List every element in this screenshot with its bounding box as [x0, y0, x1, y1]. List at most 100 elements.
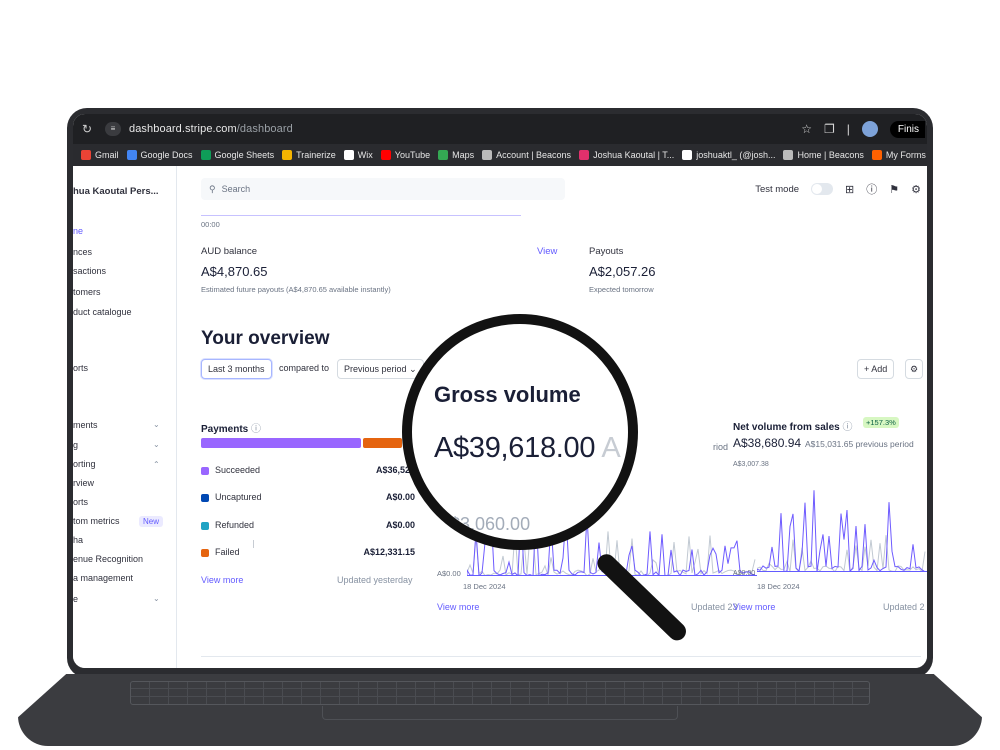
bookmark-favicon-icon	[380, 150, 391, 160]
net-date-label: 18 Dec 2024	[757, 582, 800, 591]
legend-name: Uncaptured	[215, 492, 262, 502]
extensions-icon[interactable]: ❐	[824, 122, 835, 136]
payments-row-uncaptured[interactable]: Uncaptured A$0.00	[201, 492, 415, 504]
aud-balance-note: Estimated future payouts (A$4,870.65 ava…	[201, 285, 391, 294]
overview-settings-button[interactable]: ⚙	[905, 359, 924, 379]
sidebar-item-overview[interactable]: rview	[73, 478, 94, 488]
help-icon[interactable]: ⓘ	[866, 181, 877, 197]
sidebar-item-reports-sub[interactable]: orts	[73, 497, 88, 507]
sidebar-item-custom-metrics[interactable]: tom metrics	[73, 516, 120, 526]
net-volume-title-text: Net volume from sales	[733, 422, 840, 433]
bookmark-item[interactable]: Maps	[438, 150, 474, 160]
sidebar-item-data-management[interactable]: a management	[73, 573, 133, 583]
bookmark-favicon-icon	[343, 150, 354, 160]
balance-graph-baseline	[201, 206, 521, 216]
bookmark-label: Home | Beacons	[797, 150, 864, 160]
chevron-down-icon[interactable]: ⌄	[153, 440, 160, 449]
sidebar-item-product-catalogue[interactable]: duct catalogue	[73, 307, 132, 317]
bookmark-item[interactable]: Home | Beacons	[783, 150, 864, 160]
sidebar-item-more[interactable]: e	[73, 594, 78, 604]
gross-view-more-link[interactable]: View more	[437, 602, 479, 612]
finish-update-button[interactable]: Finis	[889, 120, 925, 138]
chevron-down-icon[interactable]: ⌄	[153, 594, 160, 603]
separator-icon: |	[846, 122, 850, 136]
payouts-label: Payouts	[589, 246, 624, 257]
net-volume-value: A$38,680.94	[733, 436, 802, 450]
sidebar-item-billing[interactable]: g	[73, 440, 78, 450]
notifications-icon[interactable]: ⚑	[889, 183, 899, 196]
bookmark-item[interactable]: Account | Beacons	[482, 150, 571, 160]
payments-row-failed[interactable]: Failed A$12,331.15	[201, 547, 415, 559]
settings-gear-icon: ⚙	[910, 364, 919, 374]
legend-dot	[201, 549, 209, 557]
add-chart-button[interactable]: + Add	[857, 359, 895, 379]
bookmark-label: Joshua Kaoutal | T...	[593, 150, 675, 160]
compare-period-select[interactable]: Previous period ⌄	[337, 359, 424, 379]
sidebar-item-payments[interactable]: ments	[73, 420, 98, 430]
search-placeholder: Search	[221, 184, 251, 194]
bookmark-item[interactable]: Gmail	[81, 150, 119, 160]
account-name[interactable]: hua Kaoutal Pers...	[73, 186, 159, 197]
bookmark-label: Gmail	[95, 150, 119, 160]
url-field[interactable]: dashboard.stripe.com/dashboard	[129, 123, 293, 135]
bookmark-item[interactable]: joshuaktl_ (@josh...	[682, 150, 775, 160]
sidebar-item-sigma[interactable]: ha	[73, 535, 83, 545]
payments-view-more-link[interactable]: View more	[201, 575, 243, 585]
sidebar-item-reports[interactable]: orts	[73, 363, 88, 373]
info-icon[interactable]: ⓘ	[251, 424, 261, 435]
magnified-gross-volume-title: Gross volume	[434, 382, 581, 407]
net-view-more-link[interactable]: View more	[733, 602, 775, 612]
legend-name: Failed	[215, 547, 240, 557]
settings-gear-icon[interactable]: ⚙	[911, 183, 921, 196]
site-info-icon[interactable]: ≡	[105, 122, 121, 136]
legend-dot	[201, 494, 209, 502]
sidebar-item-transactions[interactable]: sactions	[73, 266, 106, 276]
gross-date-label: 18 Dec 2024	[463, 582, 506, 591]
payments-row-refunded[interactable]: Refunded A$0.00	[201, 520, 415, 532]
sidebar-item-balances[interactable]: nces	[73, 247, 92, 257]
net-axis-top: A$3,007.38	[733, 461, 769, 468]
info-icon[interactable]: ⓘ	[843, 422, 853, 433]
laptop-keyboard	[130, 681, 870, 705]
sidebar-item-customers[interactable]: tomers	[73, 287, 101, 297]
bookmark-item[interactable]: Wix	[343, 150, 373, 160]
view-balance-link[interactable]: View	[537, 246, 557, 257]
magnified-value-text: A$39,618.00	[434, 432, 596, 464]
bookmark-item[interactable]: YouTube	[380, 150, 430, 160]
sidebar-item-reporting[interactable]: orting	[73, 459, 96, 469]
compare-period-value: Previous period	[344, 364, 407, 374]
browser-address-bar: ↻ ≡ dashboard.stripe.com/dashboard ☆ ❐ |…	[73, 114, 927, 144]
net-updated: Updated 2	[883, 602, 925, 612]
apps-icon[interactable]: ⊞	[845, 183, 854, 196]
compared-to-label: compared to	[279, 363, 330, 373]
reload-icon[interactable]: ↻	[79, 122, 95, 136]
payments-title: Payments ⓘ	[201, 420, 261, 435]
url-domain: dashboard.stripe.com	[129, 123, 237, 135]
sidebar-item-revenue-recognition[interactable]: enue Recognition	[73, 554, 143, 564]
bookmark-label: My Forms | Jotform	[885, 150, 927, 160]
bookmark-item[interactable]: Joshua Kaoutal | T...	[579, 150, 674, 160]
bookmark-item[interactable]: My Forms | Jotform	[871, 150, 927, 160]
bookmark-favicon-icon	[579, 150, 590, 160]
search-input[interactable]: ⚲ Search	[201, 178, 565, 200]
bookmark-item[interactable]: Google Sheets	[200, 150, 274, 160]
bookmark-item[interactable]: Trainerize	[282, 150, 336, 160]
section-divider	[201, 656, 921, 657]
test-mode-toggle[interactable]	[811, 183, 834, 195]
bookmark-favicon-icon	[871, 150, 882, 160]
chevron-up-icon[interactable]: ⌃	[153, 460, 160, 469]
gross-previous-period-partial: riod	[713, 442, 729, 452]
bookmark-item[interactable]: Google Docs	[126, 150, 193, 160]
bookmark-label: Trainerize	[296, 150, 336, 160]
aud-balance-value: A$4,870.65	[201, 264, 268, 279]
sidebar-item-home[interactable]: ne	[73, 226, 83, 236]
chevron-down-icon[interactable]: ⌄	[153, 420, 160, 429]
star-icon[interactable]: ☆	[801, 122, 812, 136]
legend-value: A$12,331.15	[363, 547, 415, 557]
graph-time-start: 00:00	[201, 220, 220, 229]
legend-name: Succeeded	[215, 465, 261, 475]
payments-row-succeeded[interactable]: Succeeded A$36,525	[201, 465, 415, 477]
new-badge: New	[139, 516, 164, 527]
date-range-button[interactable]: Last 3 months	[201, 359, 272, 379]
profile-avatar-icon[interactable]	[861, 121, 878, 137]
